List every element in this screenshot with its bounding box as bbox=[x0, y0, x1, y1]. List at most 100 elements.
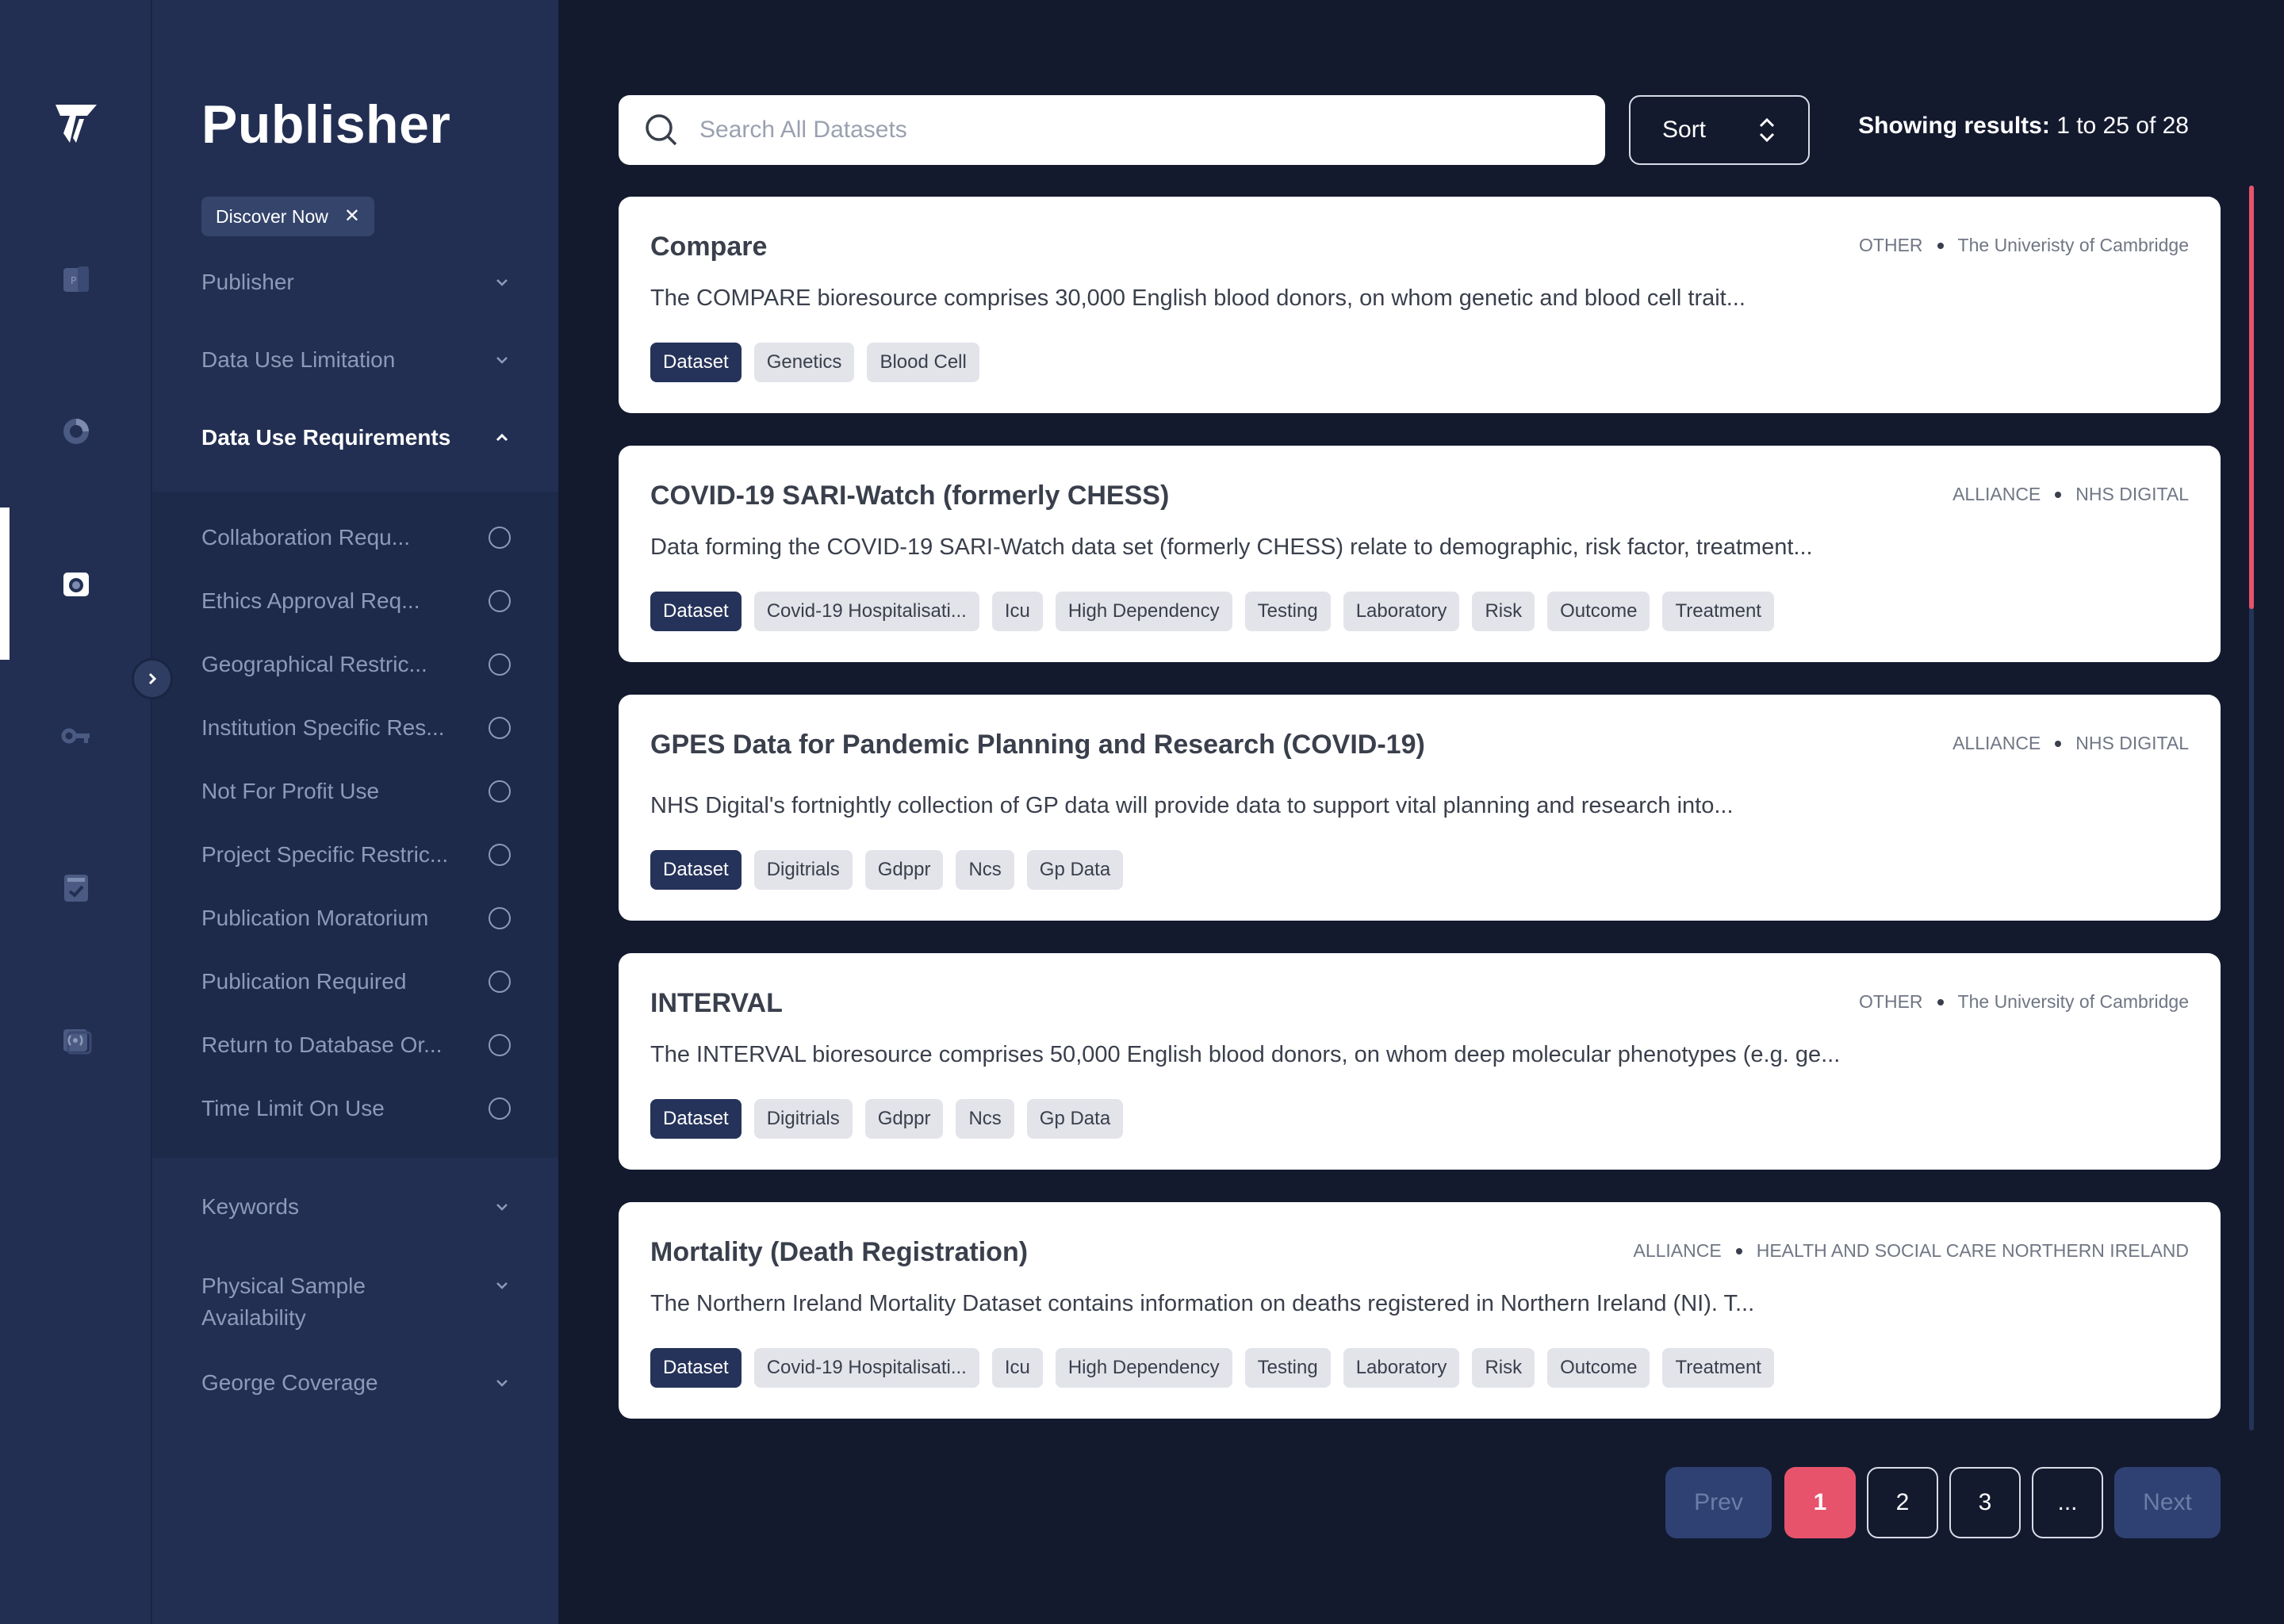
dataset-publisher[interactable]: The University of Cambridge bbox=[1958, 991, 2189, 1013]
tag[interactable]: Testing bbox=[1244, 1348, 1331, 1388]
dataset-title[interactable]: INTERVAL bbox=[650, 988, 783, 1019]
radio-button[interactable] bbox=[489, 1034, 511, 1056]
dataset-card[interactable]: Compare OTHER The Univeristy of Cambridg… bbox=[619, 197, 2221, 413]
requirement-option[interactable]: Project Specific Restric... bbox=[201, 842, 511, 868]
tag[interactable]: Outcome bbox=[1547, 1348, 1650, 1388]
filter-physical-sample[interactable]: Physical Sample Availability bbox=[201, 1270, 511, 1334]
tag[interactable]: Icu bbox=[991, 592, 1043, 631]
page-button[interactable]: 2 bbox=[1867, 1467, 1938, 1538]
search-input[interactable] bbox=[699, 117, 1572, 144]
radio-button[interactable] bbox=[489, 780, 511, 802]
logo-icon[interactable] bbox=[52, 102, 100, 146]
tag[interactable]: Blood Cell bbox=[867, 343, 979, 382]
tag[interactable]: High Dependency bbox=[1055, 1348, 1232, 1388]
dataset-title[interactable]: Compare bbox=[650, 232, 767, 262]
requirement-option[interactable]: Collaboration Requ... bbox=[201, 525, 511, 550]
tag[interactable]: Gp Data bbox=[1026, 1099, 1124, 1139]
requirement-option[interactable]: Publication Required bbox=[201, 969, 511, 994]
tag[interactable]: Dataset bbox=[650, 592, 742, 631]
dataset-card[interactable]: GPES Data for Pandemic Planning and Rese… bbox=[619, 695, 2221, 921]
dataset-category: ALLIANCE bbox=[1953, 733, 2041, 753]
requirement-option[interactable]: Not For Profit Use bbox=[201, 779, 511, 804]
tag[interactable]: Covid-19 Hospitalisati... bbox=[753, 1348, 979, 1388]
dataset-publisher[interactable]: The Univeristy of Cambridge bbox=[1958, 235, 2189, 256]
camera-icon[interactable] bbox=[60, 568, 92, 599]
option-label: Publication Moratorium bbox=[201, 906, 429, 930]
tag[interactable]: Risk bbox=[1472, 592, 1535, 631]
tag[interactable]: Testing bbox=[1244, 592, 1331, 631]
results-prefix: Showing results: bbox=[1858, 113, 2050, 139]
search-bar[interactable] bbox=[619, 95, 1605, 165]
filter-keywords[interactable]: Keywords bbox=[201, 1194, 511, 1220]
collapse-panel-button[interactable] bbox=[132, 658, 173, 699]
tag[interactable]: Gdppr bbox=[864, 850, 944, 890]
dataset-publisher[interactable]: HEALTH AND SOCIAL CARE NORTHERN IRELAND bbox=[1757, 1240, 2189, 1262]
radio-button[interactable] bbox=[489, 907, 511, 929]
page-button[interactable]: 3 bbox=[1949, 1467, 2021, 1538]
filter-publisher[interactable]: Publisher bbox=[201, 270, 511, 295]
dataset-publisher[interactable]: NHS DIGITAL bbox=[2075, 733, 2189, 754]
tag[interactable]: Genetics bbox=[753, 343, 855, 382]
sort-button[interactable]: Sort bbox=[1629, 95, 1810, 165]
tag[interactable]: High Dependency bbox=[1055, 592, 1232, 631]
active-filter-chip[interactable]: Discover Now ✕ bbox=[201, 197, 374, 236]
next-page-button[interactable]: Next bbox=[2114, 1467, 2221, 1538]
tag[interactable]: Treatment bbox=[1662, 1348, 1774, 1388]
dataset-title[interactable]: COVID-19 SARI-Watch (formerly CHESS) bbox=[650, 481, 1169, 511]
tag[interactable]: Dataset bbox=[650, 1099, 742, 1139]
prev-page-button[interactable]: Prev bbox=[1665, 1467, 1772, 1538]
dataset-description: The INTERVAL bioresource comprises 50,00… bbox=[650, 1042, 1841, 1067]
requirement-option[interactable]: Ethics Approval Req... bbox=[201, 588, 511, 614]
checklist-icon[interactable] bbox=[60, 872, 92, 904]
tag[interactable]: Dataset bbox=[650, 850, 742, 890]
tag[interactable]: Gdppr bbox=[864, 1099, 944, 1139]
dataset-card[interactable]: COVID-19 SARI-Watch (formerly CHESS) ALL… bbox=[619, 446, 2221, 662]
scrollbar-thumb[interactable] bbox=[2249, 186, 2254, 609]
tag[interactable]: Digitrials bbox=[753, 1099, 853, 1139]
publisher-icon[interactable]: P bbox=[60, 263, 92, 295]
dataset-card[interactable]: INTERVAL OTHER The University of Cambrid… bbox=[619, 953, 2221, 1170]
page-button-current[interactable]: 1 bbox=[1784, 1467, 1856, 1538]
broadcast-icon[interactable] bbox=[60, 1025, 92, 1056]
key-icon[interactable] bbox=[60, 720, 92, 752]
tag[interactable]: Outcome bbox=[1547, 592, 1650, 631]
tag[interactable]: Gp Data bbox=[1026, 850, 1124, 890]
radio-button[interactable] bbox=[489, 844, 511, 866]
dataset-card[interactable]: Mortality (Death Registration) ALLIANCE … bbox=[619, 1202, 2221, 1419]
close-icon[interactable]: ✕ bbox=[344, 207, 360, 226]
requirement-option[interactable]: Institution Specific Res... bbox=[201, 715, 511, 741]
radio-button[interactable] bbox=[489, 1097, 511, 1120]
filter-data-use-limitation[interactable]: Data Use Limitation bbox=[201, 347, 511, 373]
tag[interactable]: Ncs bbox=[956, 1099, 1014, 1139]
tag[interactable]: Digitrials bbox=[753, 850, 853, 890]
tag[interactable]: Covid-19 Hospitalisati... bbox=[753, 592, 979, 631]
tag[interactable]: Dataset bbox=[650, 343, 742, 382]
radio-button[interactable] bbox=[489, 590, 511, 612]
requirement-option[interactable]: Publication Moratorium bbox=[201, 906, 511, 931]
tag[interactable]: Dataset bbox=[650, 1348, 742, 1388]
tag-list: Dataset Covid-19 Hospitalisati... Icu Hi… bbox=[650, 1348, 1774, 1388]
dataset-publisher[interactable]: NHS DIGITAL bbox=[2075, 484, 2189, 505]
analytics-icon[interactable] bbox=[60, 416, 92, 447]
radio-button[interactable] bbox=[489, 653, 511, 676]
tag-list: Dataset Digitrials Gdppr Ncs Gp Data bbox=[650, 850, 1124, 890]
requirement-option[interactable]: Geographical Restric... bbox=[201, 652, 511, 677]
radio-button[interactable] bbox=[489, 527, 511, 549]
requirement-option[interactable]: Time Limit On Use bbox=[201, 1096, 511, 1121]
dataset-title[interactable]: Mortality (Death Registration) bbox=[650, 1237, 1028, 1268]
radio-button[interactable] bbox=[489, 717, 511, 739]
dataset-description: The Northern Ireland Mortality Dataset c… bbox=[650, 1291, 1755, 1316]
filter-data-use-requirements[interactable]: Data Use Requirements bbox=[201, 425, 511, 450]
tag[interactable]: Laboratory bbox=[1343, 1348, 1460, 1388]
filter-george-coverage[interactable]: George Coverage bbox=[201, 1370, 511, 1396]
tag[interactable]: Risk bbox=[1472, 1348, 1535, 1388]
page-ellipsis-button[interactable]: ... bbox=[2032, 1467, 2103, 1538]
dataset-title[interactable]: GPES Data for Pandemic Planning and Rese… bbox=[650, 730, 1425, 760]
filter-panel: Publisher Discover Now ✕ Publisher Data … bbox=[152, 0, 558, 1624]
requirement-option[interactable]: Return to Database Or... bbox=[201, 1032, 511, 1058]
tag[interactable]: Laboratory bbox=[1343, 592, 1460, 631]
tag[interactable]: Treatment bbox=[1662, 592, 1774, 631]
tag[interactable]: Ncs bbox=[956, 850, 1014, 890]
radio-button[interactable] bbox=[489, 971, 511, 993]
tag[interactable]: Icu bbox=[991, 1348, 1043, 1388]
